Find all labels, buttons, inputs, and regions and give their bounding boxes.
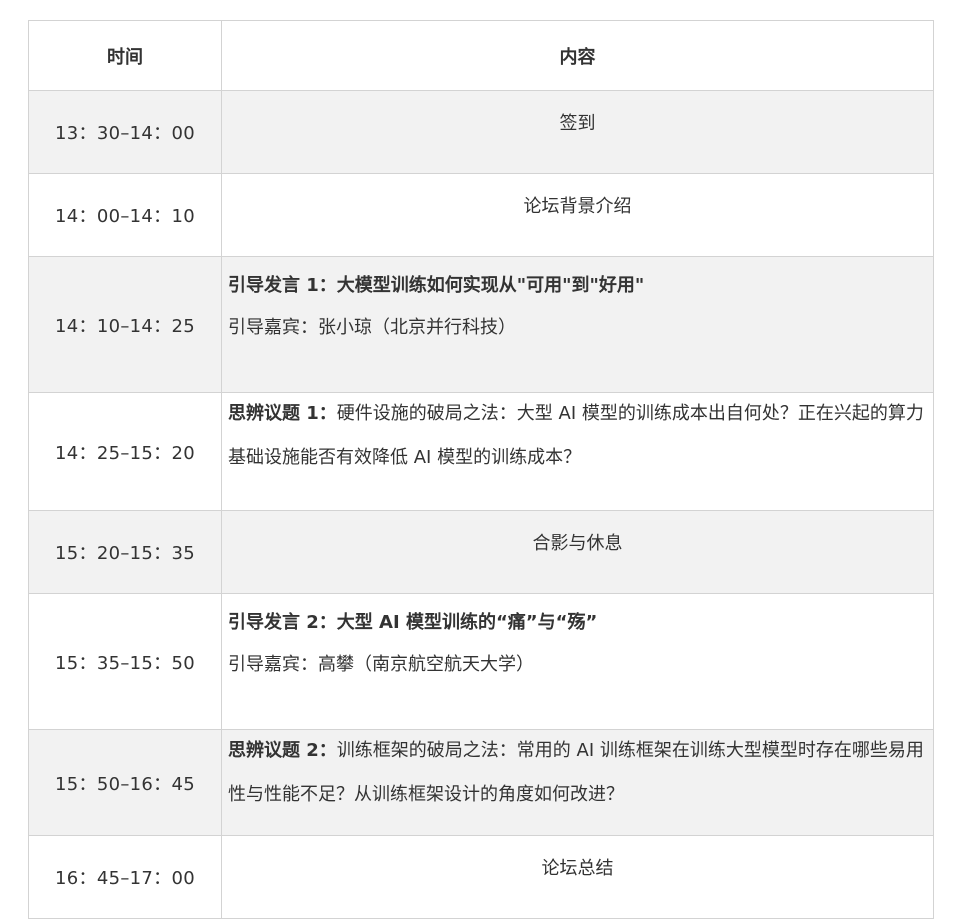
row-time: 15：20–15：35 <box>28 510 222 594</box>
row-content: 引导发言 1：大模型训练如何实现从"可用"到"好用" 引导嘉宾：张小琼（北京并行… <box>221 256 934 393</box>
row-time: 14：00–14：10 <box>28 173 222 257</box>
row-content: 思辨议题 1：硬件设施的破局之法：大型 AI 模型的训练成本出自何处？正在兴起的… <box>221 392 934 511</box>
row-time: 13：30–14：00 <box>28 90 222 174</box>
header-time: 时间 <box>28 20 222 91</box>
row-content: 合影与休息 <box>221 510 934 594</box>
table-row: 15：35–15：50 引导发言 2：大型 AI 模型训练的“痛”与“殇” 引导… <box>28 593 934 730</box>
table-row: 15：20–15：35 合影与休息 <box>28 510 934 594</box>
row-time: 14：10–14：25 <box>28 256 222 393</box>
agenda-table: 时间 内容 13：30–14：00 签到 14：00–14：10 论坛背景介绍 … <box>28 20 934 919</box>
row-time: 16：45–17：00 <box>28 835 222 919</box>
row-content: 论坛背景介绍 <box>221 173 934 257</box>
table-row: 14：10–14：25 引导发言 1：大模型训练如何实现从"可用"到"好用" 引… <box>28 256 934 393</box>
row-content: 签到 <box>221 90 934 174</box>
debate-topic: 思辨议题 1：硬件设施的破局之法：大型 AI 模型的训练成本出自何处？正在兴起的… <box>228 392 927 480</box>
row-time: 14：25–15：20 <box>28 392 222 511</box>
table-row: 15：50–16：45 思辨议题 2：训练框架的破局之法：常用的 AI 训练框架… <box>28 729 934 836</box>
session-guest: 引导嘉宾：高攀（南京航空航天大学） <box>228 654 534 675</box>
row-time: 15：50–16：45 <box>28 729 222 836</box>
table-row: 13：30–14：00 签到 <box>28 90 934 174</box>
session-title: 引导发言 2：大型 AI 模型训练的“痛”与“殇” <box>228 612 598 633</box>
table-row: 14：25–15：20 思辨议题 1：硬件设施的破局之法：大型 AI 模型的训练… <box>28 392 934 511</box>
session-title: 引导发言 1：大模型训练如何实现从"可用"到"好用" <box>228 275 645 296</box>
row-content: 引导发言 2：大型 AI 模型训练的“痛”与“殇” 引导嘉宾：高攀（南京航空航天… <box>221 593 934 730</box>
header-content: 内容 <box>221 20 934 91</box>
debate-label: 思辨议题 1： <box>228 403 337 424</box>
debate-topic: 思辨议题 2：训练框架的破局之法：常用的 AI 训练框架在训练大型模型时存在哪些… <box>228 729 927 817</box>
row-time: 15：35–15：50 <box>28 593 222 730</box>
row-content: 论坛总结 <box>221 835 934 919</box>
header-row: 时间 内容 <box>28 20 934 91</box>
row-content: 思辨议题 2：训练框架的破局之法：常用的 AI 训练框架在训练大型模型时存在哪些… <box>221 729 934 836</box>
debate-label: 思辨议题 2： <box>228 740 337 761</box>
session-guest: 引导嘉宾：张小琼（北京并行科技） <box>228 317 516 338</box>
table-row: 14：00–14：10 论坛背景介绍 <box>28 173 934 257</box>
table-row: 16：45–17：00 论坛总结 <box>28 835 934 919</box>
